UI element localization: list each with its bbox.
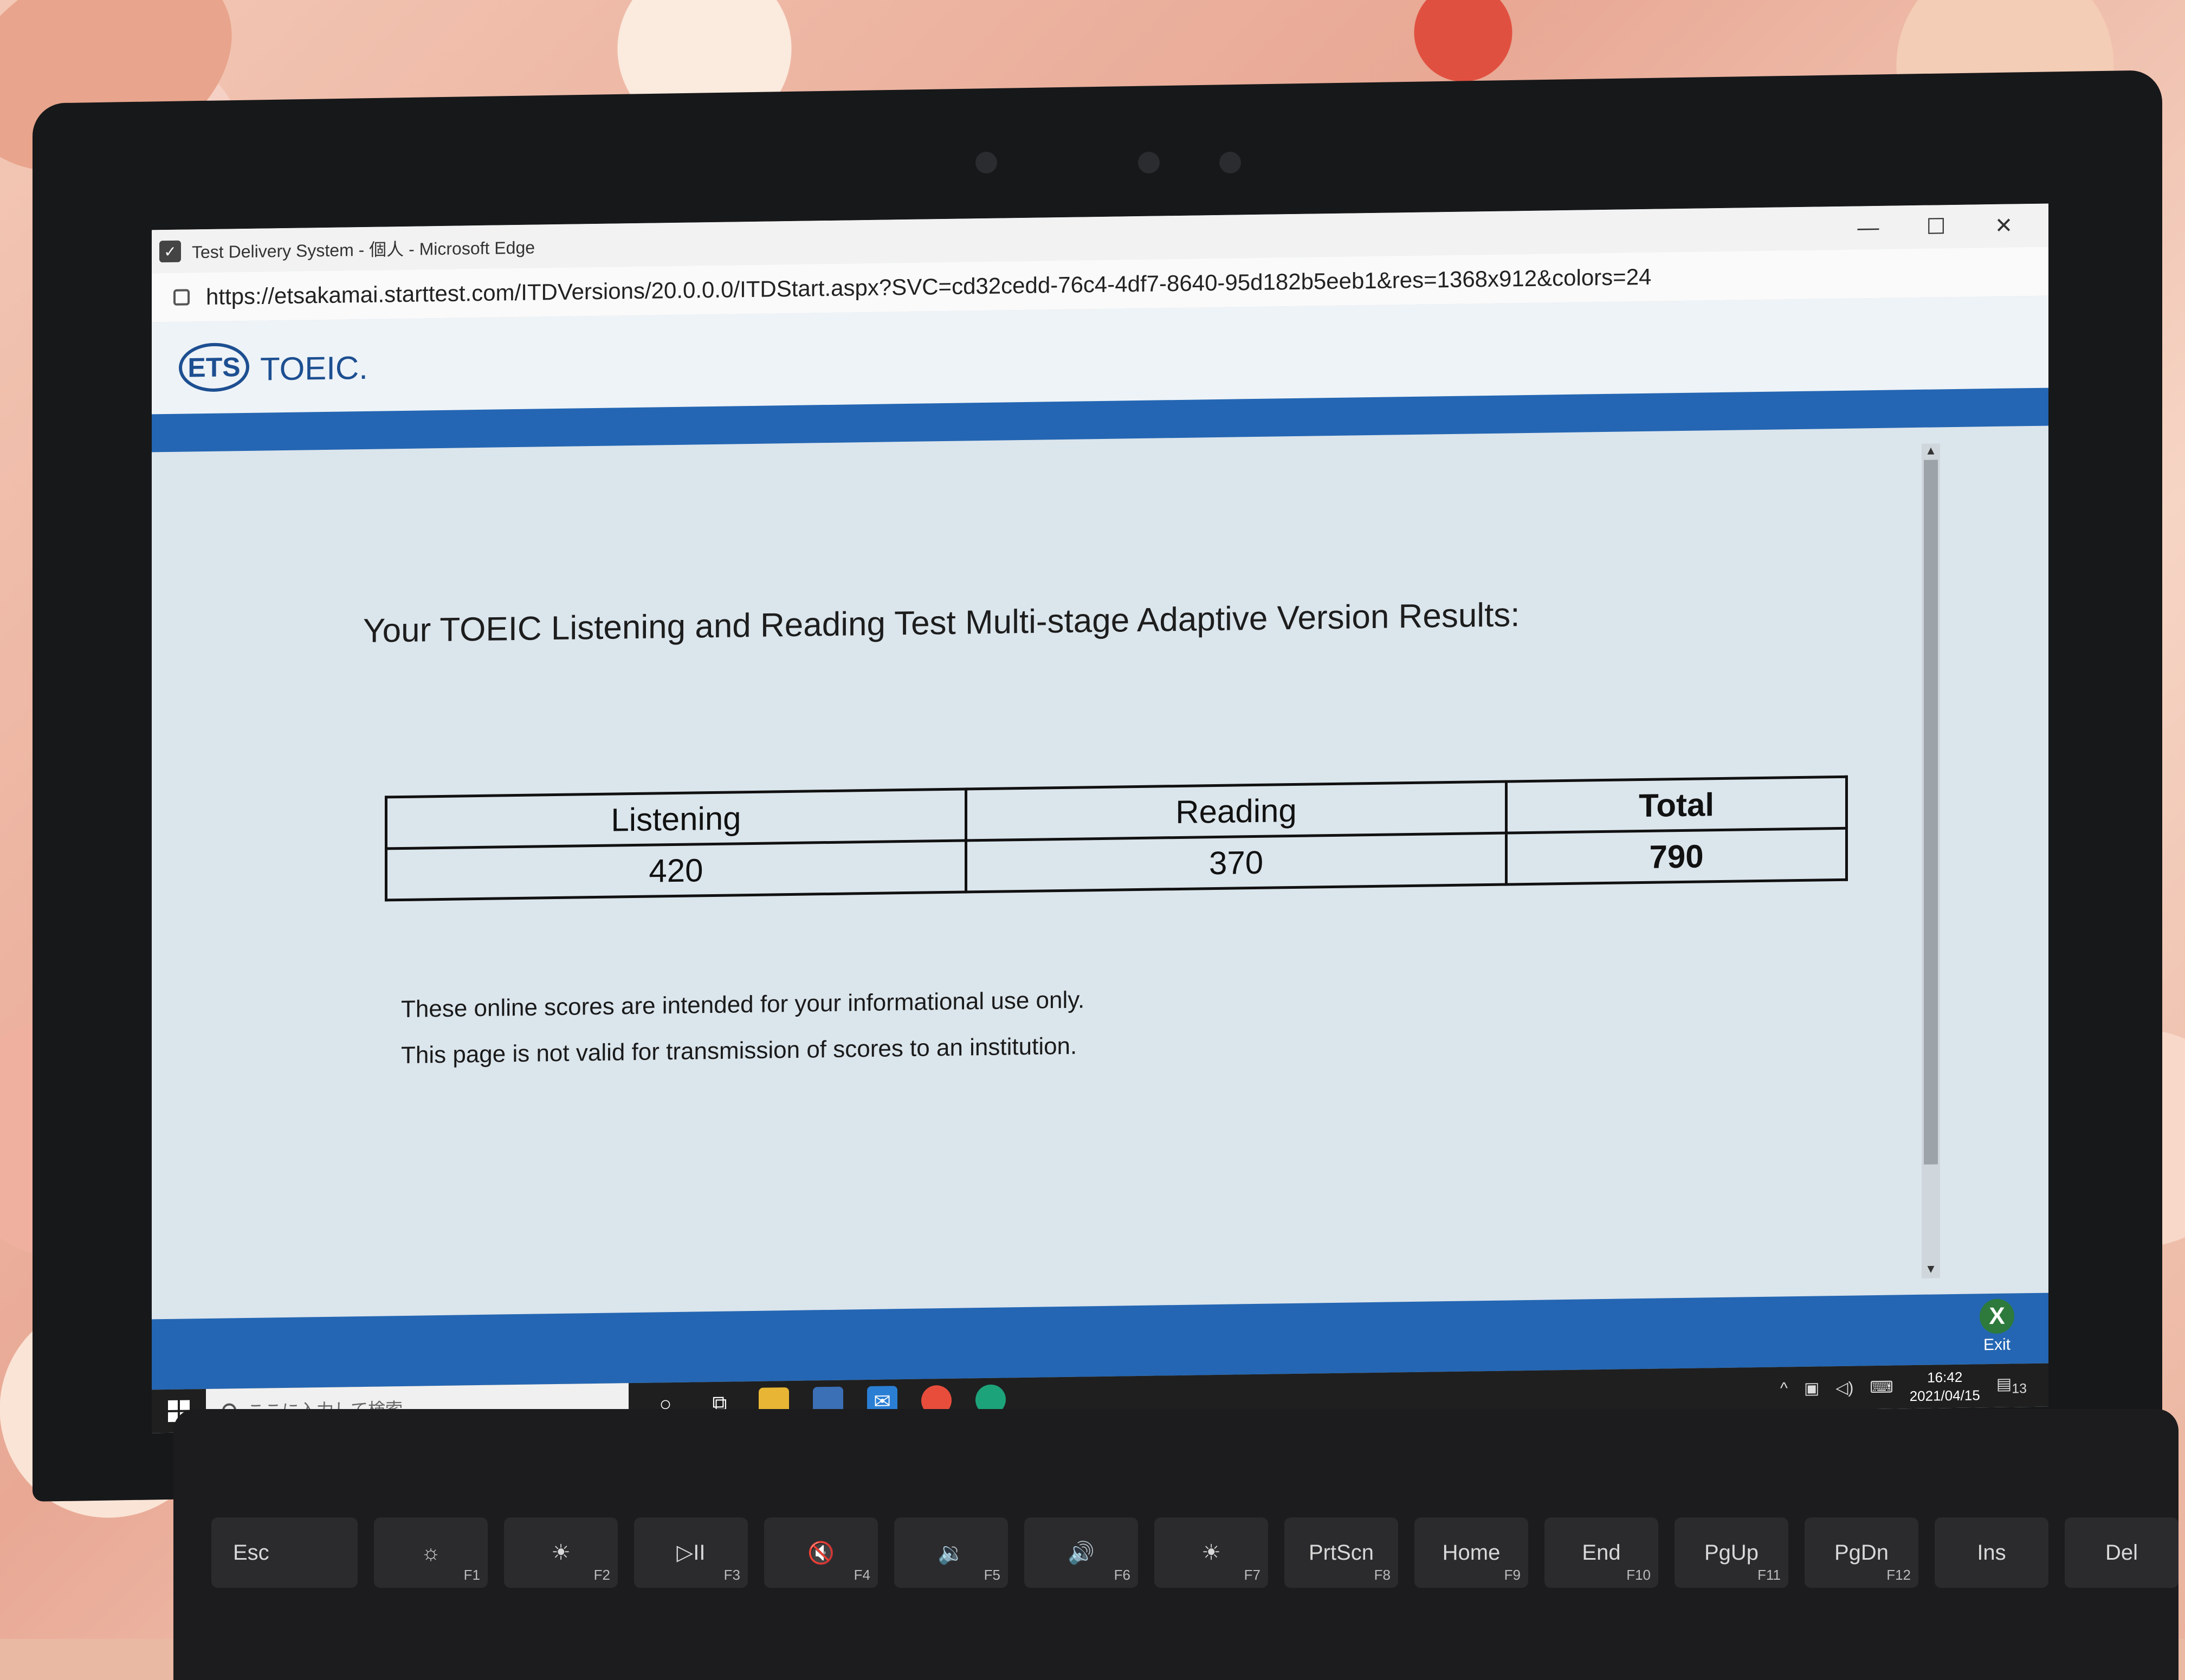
key-fn-label: F9 (1504, 1567, 1521, 1583)
score-table: Listening Reading Total 420 370 790 (385, 776, 1848, 902)
key-ins[interactable]: Ins (1935, 1517, 2048, 1588)
header-total: Total (1506, 777, 1847, 833)
lock-icon[interactable] (173, 289, 190, 306)
key-label: 🔉 (938, 1541, 965, 1565)
exit-icon[interactable]: X (1980, 1298, 2014, 1334)
key-fn-label: F1 (463, 1567, 480, 1583)
key-f2[interactable]: ☀ F2 (504, 1517, 618, 1588)
key-f12[interactable]: PgDn F12 (1805, 1517, 1918, 1588)
key-f11[interactable]: PgUp F11 (1675, 1517, 1788, 1588)
info-note: These online scores are intended for you… (401, 986, 1085, 1023)
function-key-row: Esc ☼ F1 ☀ F2 ▷II F3 🔇 F4 🔉 F5 🔊 F6 ☀ F7 PrtScn F8 Home F9… (211, 1517, 2178, 1599)
header-reading: Reading (966, 781, 1507, 841)
key-label: ☼ (421, 1540, 441, 1565)
key-label: Home (1442, 1540, 1501, 1565)
clock-date: 2021/04/15 (1909, 1387, 1980, 1405)
window-controls: — ☐ ✕ (1834, 204, 2038, 250)
key-f4[interactable]: 🔇 F4 (764, 1517, 878, 1588)
key-f7[interactable]: ☀ F7 (1154, 1517, 1268, 1588)
app-icon: ✓ (159, 240, 181, 263)
key-fn-label: F10 (1626, 1567, 1651, 1583)
key-f6[interactable]: 🔊 F6 (1024, 1517, 1138, 1588)
header-listening: Listening (386, 789, 966, 849)
laptop-screen: ✓ Test Delivery System - 個人 - Microsoft … (152, 203, 2048, 1433)
scroll-down-arrow-icon[interactable]: ▼ (1922, 1262, 1940, 1278)
key-label: End (1582, 1540, 1621, 1565)
close-button[interactable]: ✕ (1970, 204, 2038, 248)
key-label: PgDn (1834, 1540, 1889, 1565)
reading-score: 370 (966, 833, 1507, 892)
key-fn-label: F8 (1374, 1567, 1391, 1583)
key-f5[interactable]: 🔉 F5 (894, 1517, 1008, 1588)
key-label: Esc (233, 1540, 269, 1565)
notification-count: 13 (2012, 1380, 2027, 1397)
key-label: 🔇 (807, 1541, 835, 1565)
validity-note: This page is not valid for transmission … (401, 1032, 1077, 1069)
key-label: ☀ (551, 1541, 571, 1565)
key-fn-label: F3 (723, 1567, 740, 1583)
window-title: Test Delivery System - 個人 - Microsoft Ed… (192, 237, 535, 262)
total-score: 790 (1506, 828, 1847, 885)
clock-time: 16:42 (1927, 1368, 1963, 1386)
clock[interactable]: 16:42 2021/04/15 (1910, 1367, 1980, 1405)
key-f3[interactable]: ▷II F3 (634, 1517, 748, 1588)
key-esc[interactable]: Esc (211, 1517, 358, 1588)
listening-score: 420 (386, 840, 966, 900)
key-label: 🔊 (1068, 1541, 1095, 1565)
key-label: ☀ (1201, 1541, 1221, 1565)
results-content: Your TOEIC Listening and Reading Test Mu… (152, 427, 1951, 1324)
key-fn-label: F4 (854, 1567, 870, 1583)
url-text[interactable]: https://etsakamai.starttest.com/ITDVersi… (206, 264, 1651, 310)
key-f1[interactable]: ☼ F1 (374, 1517, 488, 1588)
results-title: Your TOEIC Listening and Reading Test Mu… (363, 596, 1520, 650)
camera-lens (1138, 152, 1160, 173)
network-icon[interactable]: ▣ (1804, 1379, 1819, 1398)
key-fn-label: F6 (1114, 1567, 1130, 1583)
key-label: Ins (1977, 1540, 2006, 1565)
key-label: PrtScn (1308, 1540, 1374, 1565)
keyboard-icon[interactable]: ⌨ (1870, 1378, 1893, 1397)
key-f10[interactable]: End F10 (1544, 1517, 1658, 1588)
scroll-thumb[interactable] (1924, 460, 1938, 1165)
key-fn-label: F7 (1244, 1567, 1260, 1583)
key-label: ▷II (676, 1541, 706, 1565)
key-f9[interactable]: Home F9 (1414, 1517, 1528, 1588)
exit-label[interactable]: Exit (1983, 1336, 2011, 1355)
key-fn-label: F12 (1886, 1567, 1911, 1583)
maximize-button[interactable]: ☐ (1902, 205, 1970, 249)
ets-logo: ETS (179, 342, 249, 392)
key-fn-label: F2 (593, 1567, 610, 1583)
key-fn-label: F11 (1757, 1567, 1781, 1583)
key-label: PgUp (1704, 1540, 1759, 1565)
volume-icon[interactable]: ◁) (1835, 1378, 1853, 1397)
toeic-logo: TOEIC. (260, 349, 368, 387)
key-fn-label: F5 (984, 1567, 1000, 1583)
key-f8[interactable]: PrtScn F8 (1284, 1517, 1398, 1588)
scroll-up-arrow-icon[interactable]: ▲ (1922, 443, 1940, 460)
camera-sensor (975, 152, 997, 173)
key-label: Del (2105, 1540, 2138, 1565)
minimize-button[interactable]: — (1834, 205, 1902, 250)
notification-icon[interactable]: ▤13 (1996, 1374, 2027, 1397)
camera-led (1219, 152, 1241, 173)
chevron-up-icon[interactable]: ^ (1780, 1379, 1788, 1398)
vertical-scrollbar[interactable]: ▲ ▼ (1922, 443, 1940, 1278)
exit-button[interactable]: X Exit (1967, 1298, 2027, 1359)
system-tray: ^ ▣ ◁) ⌨ 16:42 2021/04/15 ▤13 (1780, 1364, 2027, 1410)
key-del[interactable]: Del (2065, 1517, 2178, 1588)
